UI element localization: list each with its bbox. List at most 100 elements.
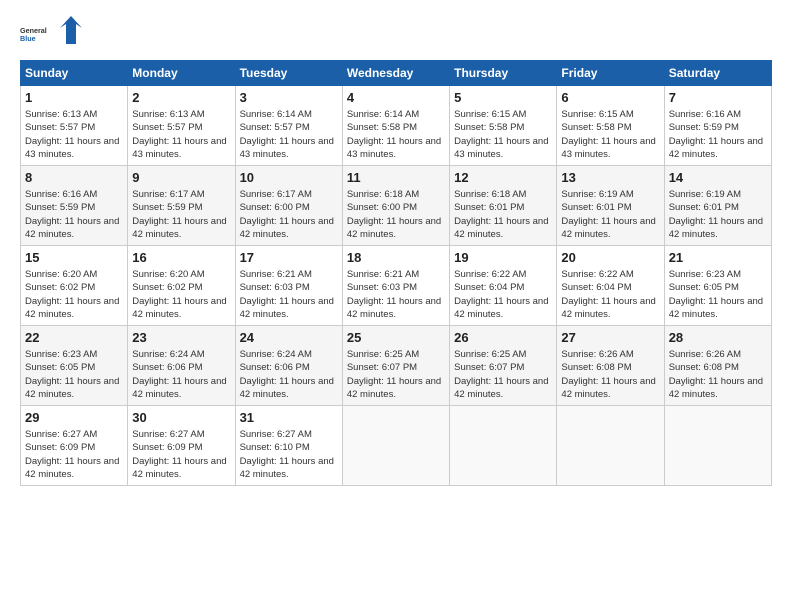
logo-svg: General Blue <box>20 16 56 52</box>
sunrise-label: Sunrise: 6:23 AM <box>669 269 741 280</box>
sunrise-label: Sunrise: 6:20 AM <box>25 269 97 280</box>
calendar-cell: 20 Sunrise: 6:22 AM Sunset: 6:04 PM Dayl… <box>557 246 664 326</box>
calendar-cell: 15 Sunrise: 6:20 AM Sunset: 6:02 PM Dayl… <box>21 246 128 326</box>
sunset-label: Sunset: 6:05 PM <box>669 282 739 293</box>
sunrise-label: Sunrise: 6:24 AM <box>132 349 204 360</box>
calendar-cell: 9 Sunrise: 6:17 AM Sunset: 5:59 PM Dayli… <box>128 166 235 246</box>
calendar-cell: 5 Sunrise: 6:15 AM Sunset: 5:58 PM Dayli… <box>450 86 557 166</box>
daylight-label: Daylight: 11 hours and 42 minutes. <box>669 376 763 400</box>
svg-text:General: General <box>20 26 47 35</box>
sunrise-label: Sunrise: 6:19 AM <box>669 189 741 200</box>
daylight-label: Daylight: 11 hours and 42 minutes. <box>25 376 119 400</box>
calendar-cell: 30 Sunrise: 6:27 AM Sunset: 6:09 PM Dayl… <box>128 406 235 486</box>
daylight-label: Daylight: 11 hours and 42 minutes. <box>561 376 655 400</box>
sunset-label: Sunset: 5:57 PM <box>240 122 310 133</box>
sunset-label: Sunset: 6:03 PM <box>240 282 310 293</box>
sunrise-label: Sunrise: 6:20 AM <box>132 269 204 280</box>
header-friday: Friday <box>557 61 664 86</box>
day-number: 24 <box>240 329 338 347</box>
calendar-cell <box>557 406 664 486</box>
sunset-label: Sunset: 5:59 PM <box>25 202 95 213</box>
calendar-cell: 7 Sunrise: 6:16 AM Sunset: 5:59 PM Dayli… <box>664 86 771 166</box>
sunset-label: Sunset: 5:58 PM <box>561 122 631 133</box>
sunset-label: Sunset: 5:59 PM <box>669 122 739 133</box>
sunset-label: Sunset: 6:08 PM <box>561 362 631 373</box>
sunset-label: Sunset: 6:04 PM <box>561 282 631 293</box>
sunset-label: Sunset: 6:04 PM <box>454 282 524 293</box>
calendar-cell <box>664 406 771 486</box>
daylight-label: Daylight: 11 hours and 42 minutes. <box>347 296 441 320</box>
day-number: 10 <box>240 169 338 187</box>
calendar-cell: 11 Sunrise: 6:18 AM Sunset: 6:00 PM Dayl… <box>342 166 449 246</box>
sunrise-label: Sunrise: 6:27 AM <box>240 429 312 440</box>
sunrise-label: Sunrise: 6:25 AM <box>347 349 419 360</box>
day-number: 13 <box>561 169 659 187</box>
day-number: 26 <box>454 329 552 347</box>
sunrise-label: Sunrise: 6:17 AM <box>240 189 312 200</box>
day-number: 18 <box>347 249 445 267</box>
svg-text:Blue: Blue <box>20 34 36 43</box>
daylight-label: Daylight: 11 hours and 42 minutes. <box>561 216 655 240</box>
sunrise-label: Sunrise: 6:14 AM <box>240 109 312 120</box>
calendar-cell: 2 Sunrise: 6:13 AM Sunset: 5:57 PM Dayli… <box>128 86 235 166</box>
sunrise-label: Sunrise: 6:22 AM <box>561 269 633 280</box>
sunrise-label: Sunrise: 6:22 AM <box>454 269 526 280</box>
sunset-label: Sunset: 5:58 PM <box>347 122 417 133</box>
day-number: 25 <box>347 329 445 347</box>
day-number: 17 <box>240 249 338 267</box>
sunrise-label: Sunrise: 6:18 AM <box>454 189 526 200</box>
daylight-label: Daylight: 11 hours and 43 minutes. <box>454 136 548 160</box>
calendar-table: SundayMondayTuesdayWednesdayThursdayFrid… <box>20 60 772 486</box>
day-number: 19 <box>454 249 552 267</box>
calendar-cell: 13 Sunrise: 6:19 AM Sunset: 6:01 PM Dayl… <box>557 166 664 246</box>
sunset-label: Sunset: 6:06 PM <box>240 362 310 373</box>
daylight-label: Daylight: 11 hours and 42 minutes. <box>25 456 119 480</box>
daylight-label: Daylight: 11 hours and 43 minutes. <box>347 136 441 160</box>
calendar-cell: 8 Sunrise: 6:16 AM Sunset: 5:59 PM Dayli… <box>21 166 128 246</box>
day-number: 11 <box>347 169 445 187</box>
sunset-label: Sunset: 6:02 PM <box>25 282 95 293</box>
sunrise-label: Sunrise: 6:19 AM <box>561 189 633 200</box>
calendar-cell <box>342 406 449 486</box>
day-number: 21 <box>669 249 767 267</box>
sunset-label: Sunset: 6:05 PM <box>25 362 95 373</box>
sunset-label: Sunset: 6:00 PM <box>347 202 417 213</box>
daylight-label: Daylight: 11 hours and 42 minutes. <box>132 456 226 480</box>
sunrise-label: Sunrise: 6:25 AM <box>454 349 526 360</box>
week-row-2: 8 Sunrise: 6:16 AM Sunset: 5:59 PM Dayli… <box>21 166 772 246</box>
sunset-label: Sunset: 5:58 PM <box>454 122 524 133</box>
header-saturday: Saturday <box>664 61 771 86</box>
sunrise-label: Sunrise: 6:23 AM <box>25 349 97 360</box>
daylight-label: Daylight: 11 hours and 42 minutes. <box>132 216 226 240</box>
calendar-cell: 31 Sunrise: 6:27 AM Sunset: 6:10 PM Dayl… <box>235 406 342 486</box>
daylight-label: Daylight: 11 hours and 42 minutes. <box>240 376 334 400</box>
calendar-cell: 3 Sunrise: 6:14 AM Sunset: 5:57 PM Dayli… <box>235 86 342 166</box>
sunrise-label: Sunrise: 6:16 AM <box>25 189 97 200</box>
sunrise-label: Sunrise: 6:18 AM <box>347 189 419 200</box>
daylight-label: Daylight: 11 hours and 42 minutes. <box>454 376 548 400</box>
calendar-cell: 14 Sunrise: 6:19 AM Sunset: 6:01 PM Dayl… <box>664 166 771 246</box>
sunset-label: Sunset: 6:07 PM <box>454 362 524 373</box>
calendar-cell: 12 Sunrise: 6:18 AM Sunset: 6:01 PM Dayl… <box>450 166 557 246</box>
sunset-label: Sunset: 6:06 PM <box>132 362 202 373</box>
calendar-cell: 25 Sunrise: 6:25 AM Sunset: 6:07 PM Dayl… <box>342 326 449 406</box>
day-number: 31 <box>240 409 338 427</box>
daylight-label: Daylight: 11 hours and 42 minutes. <box>669 296 763 320</box>
sunrise-label: Sunrise: 6:13 AM <box>25 109 97 120</box>
daylight-label: Daylight: 11 hours and 43 minutes. <box>25 136 119 160</box>
sunset-label: Sunset: 5:57 PM <box>132 122 202 133</box>
calendar-cell: 18 Sunrise: 6:21 AM Sunset: 6:03 PM Dayl… <box>342 246 449 326</box>
daylight-label: Daylight: 11 hours and 42 minutes. <box>347 216 441 240</box>
daylight-label: Daylight: 11 hours and 43 minutes. <box>240 136 334 160</box>
day-number: 8 <box>25 169 123 187</box>
day-number: 20 <box>561 249 659 267</box>
header-monday: Monday <box>128 61 235 86</box>
day-number: 12 <box>454 169 552 187</box>
daylight-label: Daylight: 11 hours and 42 minutes. <box>669 136 763 160</box>
sunset-label: Sunset: 6:03 PM <box>347 282 417 293</box>
daylight-label: Daylight: 11 hours and 42 minutes. <box>454 216 548 240</box>
sunrise-label: Sunrise: 6:14 AM <box>347 109 419 120</box>
day-number: 4 <box>347 89 445 107</box>
header-tuesday: Tuesday <box>235 61 342 86</box>
calendar-cell: 17 Sunrise: 6:21 AM Sunset: 6:03 PM Dayl… <box>235 246 342 326</box>
